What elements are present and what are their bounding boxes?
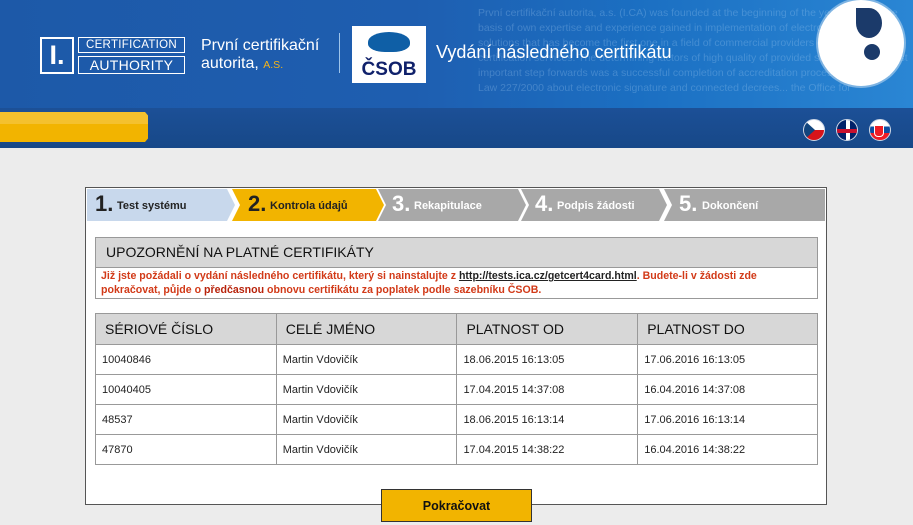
progress-steps: 1. Test systému 2. Kontrola údajů 3. Rek… xyxy=(87,189,825,221)
ica-name-line-2-text: autorita, xyxy=(201,55,259,72)
cell-valid-from: 18.06.2015 16:13:05 xyxy=(456,344,639,375)
header-emblem-icon xyxy=(818,0,904,86)
ica-logo-letter: I. xyxy=(40,37,74,74)
step-number: 2. xyxy=(248,191,267,216)
step-test-system: 1. Test systému xyxy=(87,189,235,221)
ica-logo-word-1: CERTIFICATION xyxy=(78,37,185,53)
table-row: 10040846 Martin Vdovičík 18.06.2015 16:1… xyxy=(95,344,818,375)
cell-serial: 47870 xyxy=(95,434,277,465)
step-number: 1. xyxy=(95,191,114,216)
cell-name: Martin Vdovičík xyxy=(275,404,458,435)
column-header-valid-to: PLATNOST DO xyxy=(637,313,818,345)
column-header-serial: SÉRIOVÉ ČÍSLO xyxy=(95,313,277,345)
step-podpis-zadosti: 4. Podpis žádosti xyxy=(521,189,667,221)
step-kontrola-udaju: 2. Kontrola údajů xyxy=(232,189,384,221)
column-header-valid-from: PLATNOST OD xyxy=(456,313,639,345)
page-header: První certifikační autorita, a.s. (I.CA)… xyxy=(0,0,913,108)
continue-button[interactable]: Pokračovat xyxy=(381,489,532,522)
warning-strong-text: předčasnou xyxy=(204,284,265,296)
ica-logo-word-2: AUTHORITY xyxy=(78,56,185,74)
step-label: Rekapitulace xyxy=(414,200,482,212)
warning-text-3: obnovu certifikátu za poplatek podle saz… xyxy=(264,284,542,296)
cell-valid-to: 17.06.2016 16:13:14 xyxy=(637,404,818,435)
cell-name: Martin Vdovičík xyxy=(275,434,458,465)
flag-sk-icon[interactable] xyxy=(869,119,891,141)
step-label: Kontrola údajů xyxy=(270,200,348,212)
cell-serial: 48537 xyxy=(95,404,277,435)
column-header-name: CELÉ JMÉNO xyxy=(275,313,458,345)
warning-title: UPOZORNĚNÍ NA PLATNÉ CERTIFIKÁTY xyxy=(95,237,818,268)
flag-gb-icon[interactable] xyxy=(836,119,858,141)
cell-name: Martin Vdovičík xyxy=(275,344,458,375)
nav-yellow-tab xyxy=(0,112,148,142)
step-number: 4. xyxy=(535,191,554,216)
table-row: 48537 Martin Vdovičík 18.06.2015 16:13:1… xyxy=(95,404,818,435)
cell-valid-to: 16.04.2016 14:37:08 xyxy=(637,374,818,405)
header-divider xyxy=(339,33,340,73)
step-rekapitulace: 3. Rekapitulace xyxy=(378,189,526,221)
step-label: Podpis žádosti xyxy=(557,200,635,212)
ica-name-line-2: autorita, A.S. xyxy=(201,55,283,73)
cell-valid-from: 17.04.2015 14:37:08 xyxy=(456,374,639,405)
cell-serial: 10040846 xyxy=(95,344,277,375)
cell-serial: 10040405 xyxy=(95,374,277,405)
cell-valid-to: 16.04.2016 14:38:22 xyxy=(637,434,818,465)
step-label: Dokončení xyxy=(702,200,759,212)
page-title: Vydání následného certifikátu xyxy=(436,42,672,62)
step-number: 5. xyxy=(679,191,698,216)
ica-logo[interactable]: I. CERTIFICATION AUTHORITY xyxy=(40,37,185,74)
step-dokonceni: 5. Dokončení xyxy=(664,189,825,221)
ica-name-line-1: První certifikační xyxy=(201,37,320,54)
getcert-link[interactable]: http://tests.ica.cz/getcert4card.html xyxy=(459,270,637,282)
table-header-row: SÉRIOVÉ ČÍSLO CELÉ JMÉNO PLATNOST OD PLA… xyxy=(95,313,818,345)
certificates-table: SÉRIOVÉ ČÍSLO CELÉ JMÉNO PLATNOST OD PLA… xyxy=(95,313,818,465)
cell-name: Martin Vdovičík xyxy=(275,374,458,405)
table-row: 10040405 Martin Vdovičík 17.04.2015 14:3… xyxy=(95,374,818,405)
flag-cz-icon[interactable] xyxy=(803,119,825,141)
csob-logo[interactable]: ČSOB xyxy=(352,26,426,83)
warning-text-1: Již jste požádali o vydání následného ce… xyxy=(101,270,459,282)
ica-name-suffix: A.S. xyxy=(263,59,284,71)
table-row: 47870 Martin Vdovičík 17.04.2015 14:38:2… xyxy=(95,434,818,465)
cell-valid-to: 17.06.2016 16:13:05 xyxy=(637,344,818,375)
warning-message: Již jste požádali o vydání následného ce… xyxy=(95,267,818,299)
csob-logo-text: ČSOB xyxy=(361,59,417,80)
step-number: 3. xyxy=(392,191,411,216)
step-label: Test systému xyxy=(117,200,187,212)
cell-valid-from: 17.04.2015 14:38:22 xyxy=(456,434,639,465)
cell-valid-from: 18.06.2015 16:13:14 xyxy=(456,404,639,435)
csob-wave-icon xyxy=(368,32,410,52)
